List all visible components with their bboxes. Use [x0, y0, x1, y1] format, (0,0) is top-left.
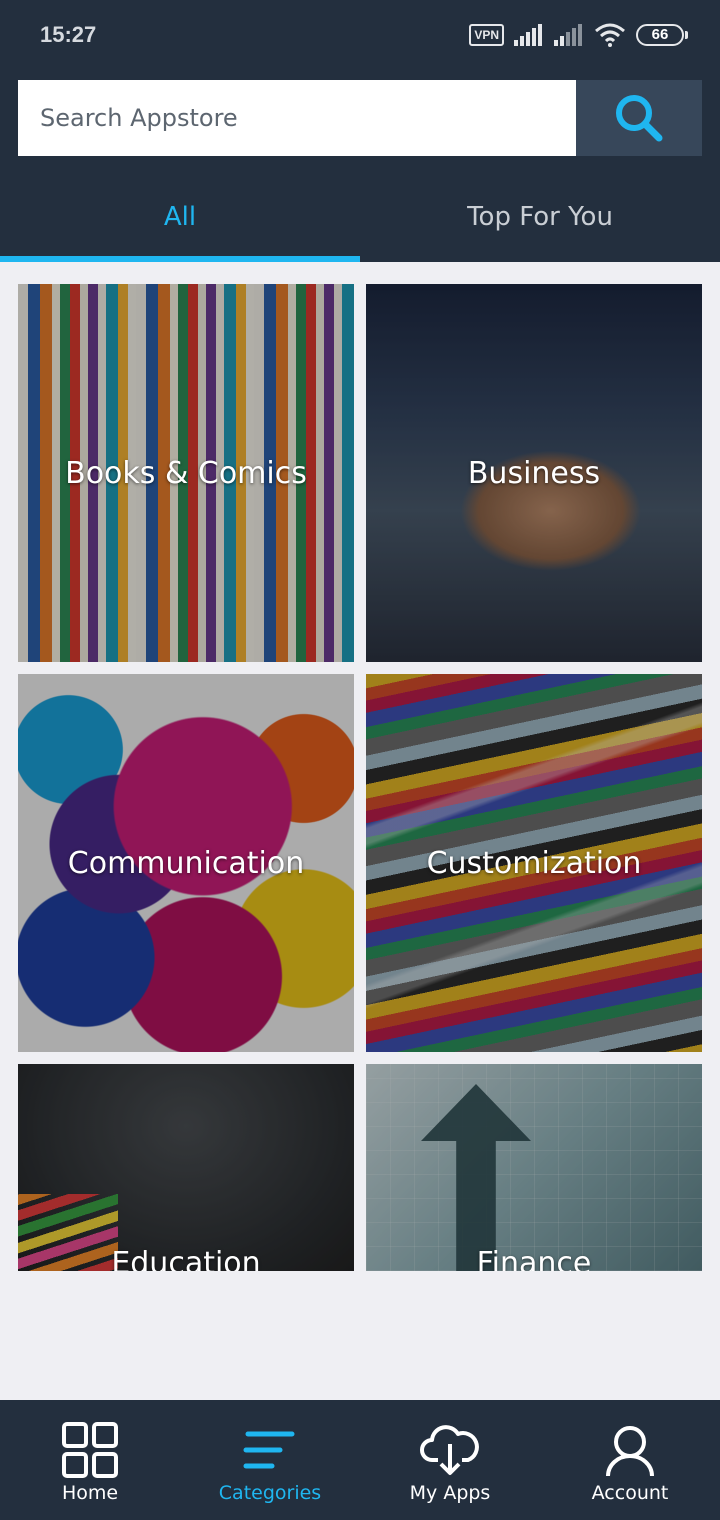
status-bar: 15:27 VPN 66: [0, 0, 720, 70]
grid-icon: [60, 1422, 120, 1478]
nav-home[interactable]: Home: [0, 1400, 180, 1520]
status-time: 15:27: [40, 22, 97, 47]
category-tile-education[interactable]: Education: [18, 1064, 354, 1271]
tab-all[interactable]: All: [0, 176, 360, 262]
tab-label: All: [163, 202, 197, 232]
person-icon: [600, 1422, 660, 1478]
signal-weak-icon: [554, 24, 582, 46]
search-icon: [616, 95, 663, 142]
menu-lines-icon: [240, 1422, 300, 1478]
nav-label: Home: [61, 1482, 119, 1504]
signal-icon: [514, 24, 542, 46]
nav-my-apps[interactable]: My Apps: [360, 1400, 540, 1520]
wifi-icon: [595, 23, 625, 47]
nav-account[interactable]: Account: [540, 1400, 720, 1520]
tab-label: Top For You: [467, 202, 613, 232]
category-tile-customization[interactable]: Customization: [366, 674, 702, 1052]
search-button[interactable]: [576, 80, 702, 156]
category-tile-business[interactable]: Business: [366, 284, 702, 662]
app-header: 15:27 VPN 66 Search Appstore All Top For…: [0, 0, 720, 262]
category-tile-communication[interactable]: Communication: [18, 674, 354, 1052]
battery-icon: 66: [636, 24, 688, 46]
category-label: Education: [111, 1246, 261, 1271]
category-label: Finance: [476, 1246, 592, 1271]
search-input[interactable]: [18, 80, 576, 156]
nav-categories[interactable]: Categories: [180, 1400, 360, 1520]
category-label: Communication: [67, 845, 305, 881]
nav-label: Categories: [218, 1482, 322, 1504]
vpn-icon: VPN: [469, 24, 504, 46]
category-label: Business: [467, 455, 601, 491]
category-label: Customization: [426, 845, 642, 881]
nav-label: Account: [591, 1482, 669, 1504]
cloud-download-icon: [420, 1422, 480, 1478]
status-icons: VPN 66: [469, 22, 688, 48]
bottom-navigation: Home Categories My Apps Account: [0, 1400, 720, 1520]
category-tile-books-comics[interactable]: Books & Comics: [18, 284, 354, 662]
tab-top-for-you[interactable]: Top For You: [360, 176, 720, 262]
nav-label: My Apps: [409, 1482, 491, 1504]
category-label: Books & Comics: [65, 455, 307, 491]
category-tile-finance[interactable]: Finance: [366, 1064, 702, 1271]
